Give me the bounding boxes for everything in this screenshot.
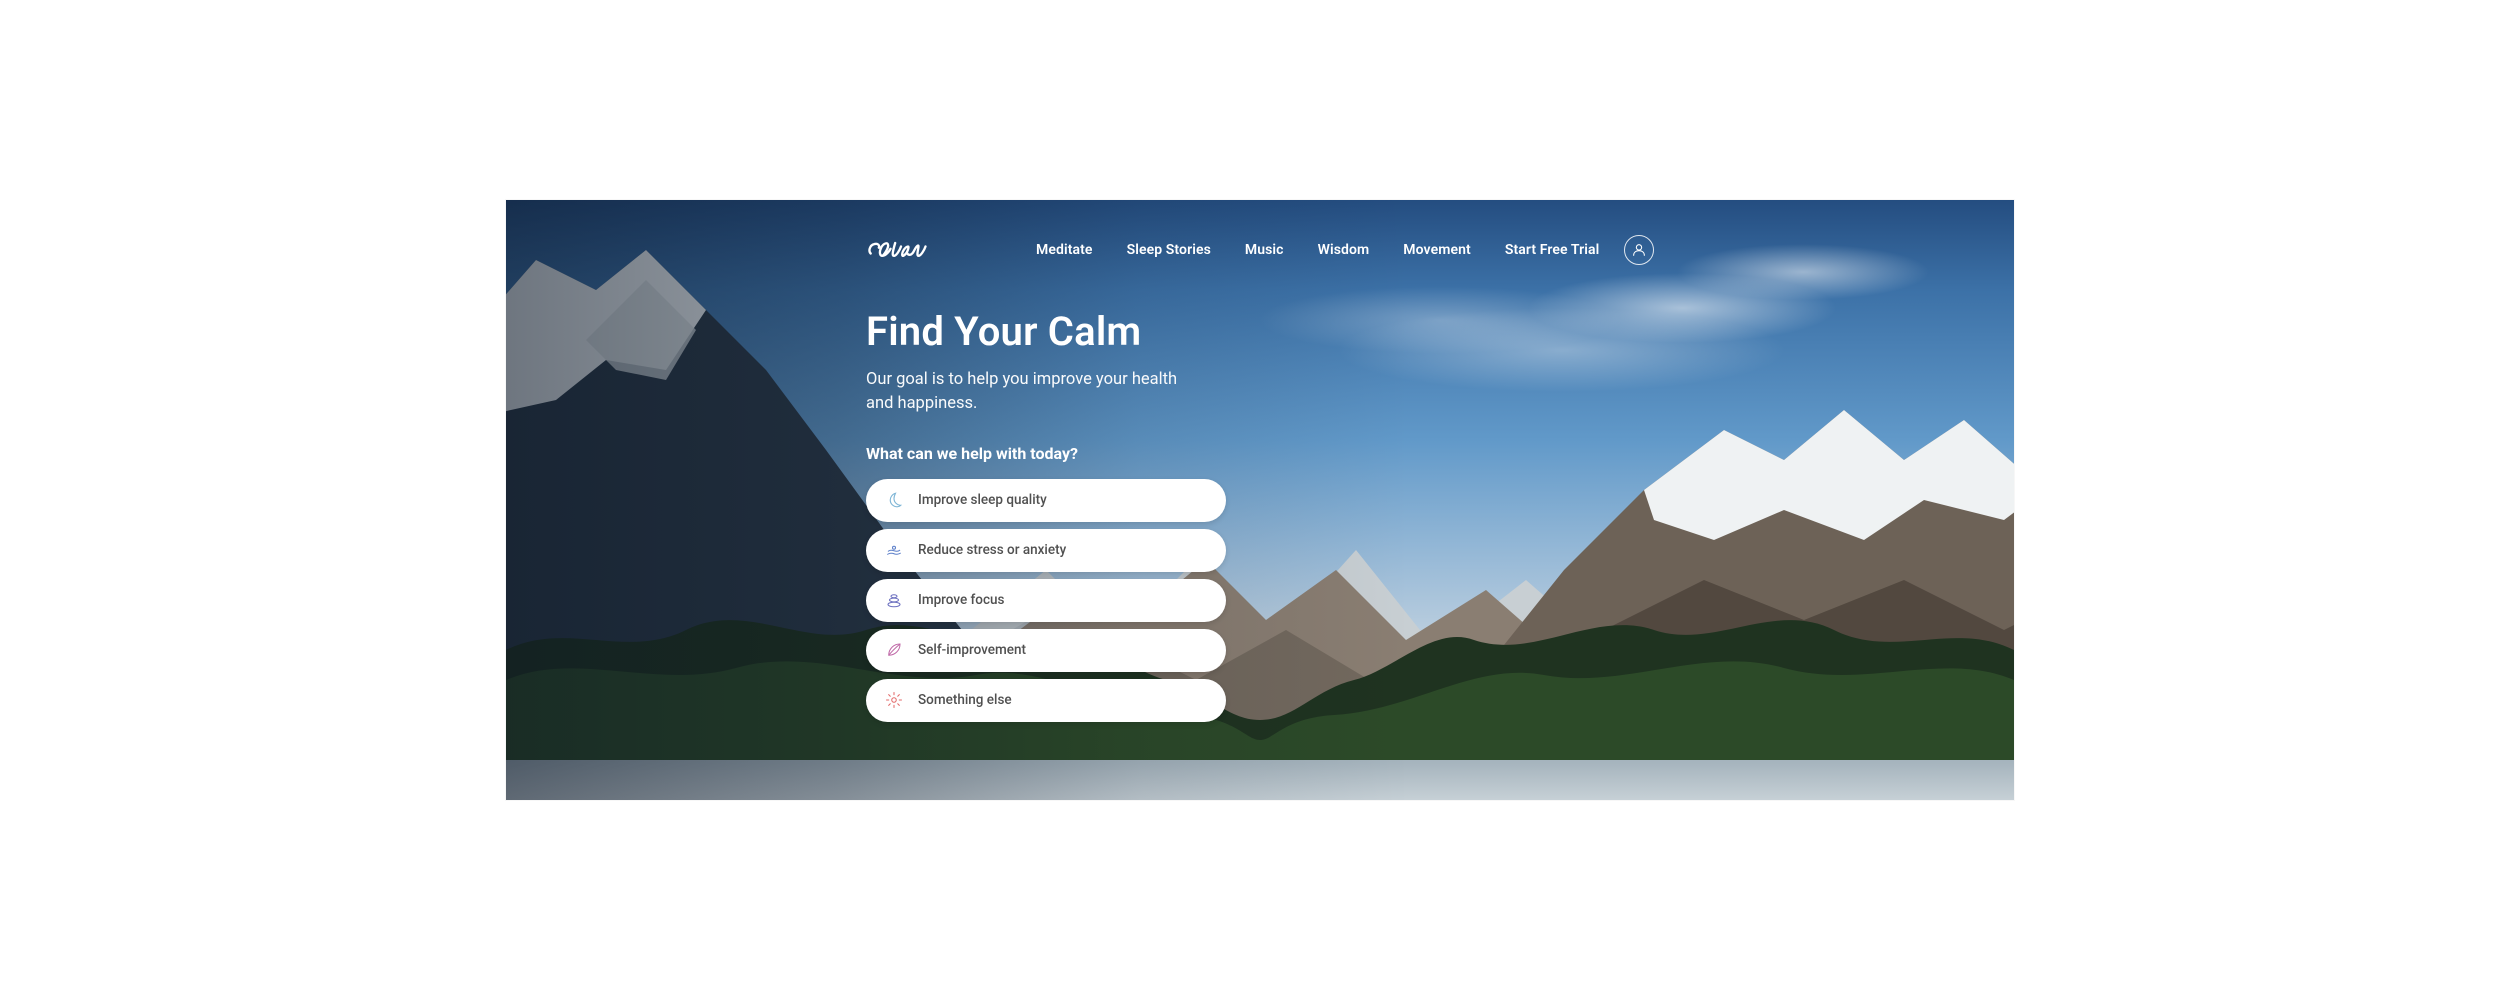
nav-link-meditate[interactable]: Meditate: [1036, 242, 1093, 258]
option-label: Reduce stress or anxiety: [918, 542, 1066, 558]
nav-link-music[interactable]: Music: [1245, 242, 1284, 258]
nav-link-sleep-stories[interactable]: Sleep Stories: [1127, 242, 1211, 258]
user-icon: [1631, 242, 1647, 258]
option-reduce-stress[interactable]: Reduce stress or anxiety: [866, 529, 1226, 572]
ripple-icon: [884, 540, 904, 560]
nav-link-start-free-trial[interactable]: Start Free Trial: [1505, 242, 1600, 258]
leaf-icon: [884, 640, 904, 660]
hero-subtitle: Our goal is to help you improve your hea…: [866, 368, 1196, 416]
profile-button[interactable]: [1624, 235, 1654, 265]
stones-icon: [884, 590, 904, 610]
hero-prompt: What can we help with today?: [866, 444, 1286, 463]
top-nav: Meditate Sleep Stories Music Wisdom Move…: [506, 200, 2014, 270]
option-label: Self-improvement: [918, 642, 1026, 658]
option-improve-sleep[interactable]: Improve sleep quality: [866, 479, 1226, 522]
hero: Find Your Calm Our goal is to help you i…: [866, 310, 1286, 722]
goal-options: Improve sleep quality Reduce stress or a…: [866, 479, 1226, 722]
hero-title: Find Your Calm: [866, 310, 1286, 354]
option-label: Improve sleep quality: [918, 492, 1047, 508]
option-improve-focus[interactable]: Improve focus: [866, 579, 1226, 622]
moon-icon: [884, 490, 904, 510]
nav-link-movement[interactable]: Movement: [1403, 242, 1471, 258]
option-label: Improve focus: [918, 592, 1004, 608]
option-self-improvement[interactable]: Self-improvement: [866, 629, 1226, 672]
brand-logo[interactable]: [866, 230, 946, 270]
option-something-else[interactable]: Something else: [866, 679, 1226, 722]
app-frame: Meditate Sleep Stories Music Wisdom Move…: [506, 200, 2014, 800]
option-label: Something else: [918, 692, 1012, 708]
nav-links: Meditate Sleep Stories Music Wisdom Move…: [1036, 242, 1599, 258]
gear-icon: [884, 690, 904, 710]
nav-link-wisdom[interactable]: Wisdom: [1318, 242, 1370, 258]
